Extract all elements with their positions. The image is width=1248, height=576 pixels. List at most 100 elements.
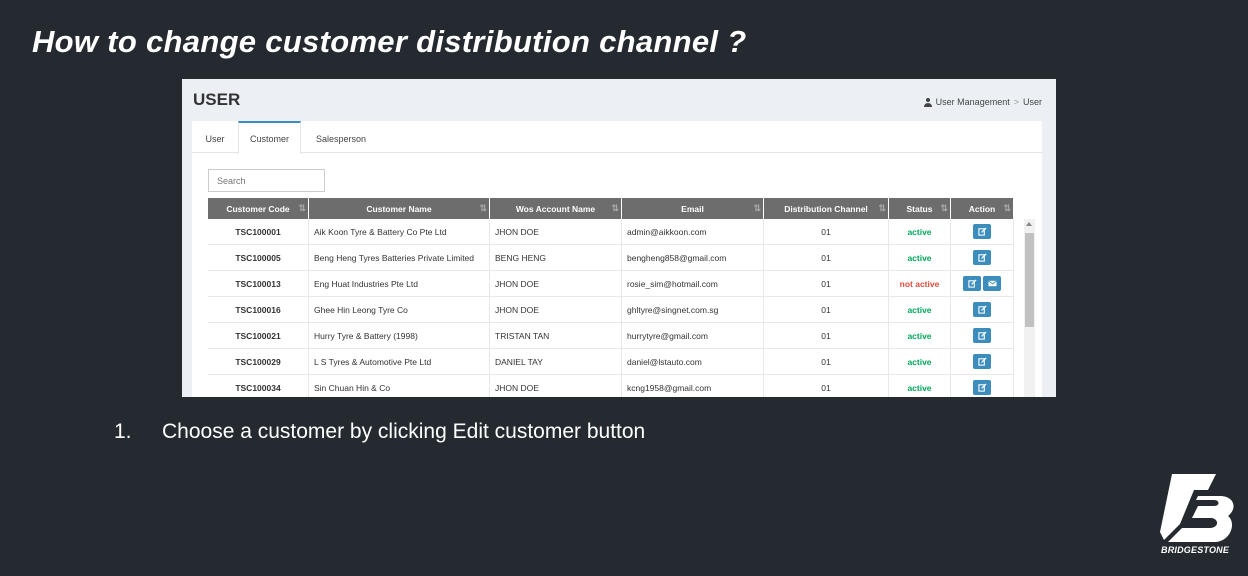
scroll-up-arrow-icon[interactable] xyxy=(1026,222,1032,226)
edit-customer-button[interactable] xyxy=(973,224,991,239)
status-label: active xyxy=(907,356,932,367)
email-cell: daniel@lstauto.com xyxy=(622,349,764,374)
distribution-channel-cell-text: 01 xyxy=(821,330,831,341)
distribution-channel-cell-text: 01 xyxy=(821,278,831,289)
table-row: TSC100001 Aik Koon Tyre & Battery Co Pte … xyxy=(208,219,1014,245)
status-cell: not active xyxy=(889,271,951,296)
customer-name-cell-text: Hurry Tyre & Battery (1998) xyxy=(314,330,418,341)
edit-icon xyxy=(977,357,987,366)
edit-customer-button[interactable] xyxy=(973,302,991,317)
distribution-channel-cell-text: 01 xyxy=(821,304,831,315)
wos-account-cell-text: JHON DOE xyxy=(495,226,539,237)
email-cell-text: ghltyre@singnet.com.sg xyxy=(627,304,719,315)
edit-customer-button[interactable] xyxy=(963,276,981,291)
status-label: active xyxy=(907,382,932,393)
edit-icon xyxy=(977,253,987,262)
status-label: active xyxy=(907,226,932,237)
customer-code-cell: TSC100034 xyxy=(208,375,309,397)
column-label: Status xyxy=(906,203,933,214)
table-row: TSC100029 L S Tyres & Automotive Pte Ltd D… xyxy=(208,349,1014,375)
send-email-button[interactable] xyxy=(983,276,1001,291)
step-number: 1. xyxy=(114,420,132,443)
table-row: TSC100016 Ghee Hin Leong Tyre Co JHON DOE g… xyxy=(208,297,1014,323)
email-cell: bengheng858@gmail.com xyxy=(622,245,764,270)
edit-customer-button[interactable] xyxy=(973,328,991,343)
wos-account-cell: TRISTAN TAN xyxy=(490,323,622,348)
breadcrumb-item-user: User xyxy=(1022,97,1042,107)
customer-code-cell-text: TSC100034 xyxy=(235,382,281,393)
table-body: TSC100001 Aik Koon Tyre & Battery Co Pte … xyxy=(208,219,1014,397)
customer-code-cell-text: TSC100016 xyxy=(235,304,281,315)
wos-account-cell-text: BENG HENG xyxy=(495,252,547,263)
email-cell: hurrytyre@gmail.com xyxy=(622,323,764,348)
distribution-channel-cell-text: 01 xyxy=(821,226,831,237)
distribution-channel-cell: 01 xyxy=(764,323,889,348)
tab-user[interactable]: User xyxy=(192,121,238,153)
customer-name-cell: Hurry Tyre & Battery (1998) xyxy=(309,323,490,348)
customer-code-cell-text: TSC100001 xyxy=(235,226,281,237)
breadcrumb: User Management > User xyxy=(923,97,1042,107)
column-header-wos-account-name[interactable]: Wos Account Name ⇅ xyxy=(490,198,622,219)
search-input[interactable] xyxy=(208,169,325,192)
tab-salesperson[interactable]: Salesperson xyxy=(301,121,381,153)
action-cell xyxy=(951,297,1014,322)
action-cell xyxy=(951,323,1014,348)
edit-customer-button[interactable] xyxy=(973,354,991,369)
sort-icon: ⇅ xyxy=(611,203,618,213)
customer-code-cell: TSC100013 xyxy=(208,271,309,296)
column-header-action[interactable]: Action ⇅ xyxy=(951,198,1014,219)
customer-code-cell: TSC100016 xyxy=(208,297,309,322)
distribution-channel-cell: 01 xyxy=(764,271,889,296)
customer-name-cell: Sin Chuan Hin & Co xyxy=(309,375,490,397)
customer-name-cell: Ghee Hin Leong Tyre Co xyxy=(309,297,490,322)
column-header-email[interactable]: Email ⇅ xyxy=(622,198,764,219)
status-cell: active xyxy=(889,323,951,348)
distribution-channel-cell: 01 xyxy=(764,349,889,374)
breadcrumb-item-user-management[interactable]: User Management xyxy=(936,97,1010,107)
sort-icon: ⇅ xyxy=(479,203,486,213)
column-label: Email xyxy=(681,203,704,214)
action-cell xyxy=(951,375,1014,397)
email-cell-text: admin@aikkoon.com xyxy=(627,226,707,237)
distribution-channel-cell-text: 01 xyxy=(821,356,831,367)
brand-wordmark: BRIDGESTONE xyxy=(1161,545,1230,555)
table-scrollbar[interactable] xyxy=(1024,219,1035,397)
envelope-icon xyxy=(987,280,997,287)
column-header-status[interactable]: Status ⇅ xyxy=(889,198,951,219)
scrollbar-thumb[interactable] xyxy=(1025,233,1034,327)
customer-name-cell: L S Tyres & Automotive Pte Ltd xyxy=(309,349,490,374)
column-header-customer-name[interactable]: Customer Name ⇅ xyxy=(309,198,490,219)
status-cell: active xyxy=(889,349,951,374)
wos-account-cell-text: JHON DOE xyxy=(495,382,539,393)
customer-name-cell: Eng Huat Industries Pte Ltd xyxy=(309,271,490,296)
email-cell-text: hurrytyre@gmail.com xyxy=(627,330,708,341)
tab-customer[interactable]: Customer xyxy=(238,121,301,154)
wos-account-cell: JHON DOE xyxy=(490,375,622,397)
customer-name-cell: Beng Heng Tyres Batteries Private Limite… xyxy=(309,245,490,270)
app-screenshot: USER User Management > User User Custome… xyxy=(182,79,1056,397)
distribution-channel-cell: 01 xyxy=(764,219,889,244)
email-cell-text: daniel@lstauto.com xyxy=(627,356,702,367)
wos-account-cell: DANIEL TAY xyxy=(490,349,622,374)
content-header: USER User Management > User xyxy=(182,79,1056,121)
column-header-customer-code[interactable]: Customer Code ⇅ xyxy=(208,198,309,219)
column-label: Customer Name xyxy=(366,203,432,214)
customer-name-cell-text: Eng Huat Industries Pte Ltd xyxy=(314,278,418,289)
status-label: active xyxy=(907,304,932,315)
slide-title: How to change customer distribution chan… xyxy=(32,24,747,59)
status-label: active xyxy=(907,330,932,341)
bridgestone-logo-icon xyxy=(1160,474,1234,542)
column-label: Wos Account Name xyxy=(515,203,596,214)
sort-icon: ⇅ xyxy=(878,203,885,213)
email-cell: rosie_sim@hotmail.com xyxy=(622,271,764,296)
column-label: Customer Code xyxy=(226,203,290,214)
table-row: TSC100021 Hurry Tyre & Battery (1998) TRIS… xyxy=(208,323,1014,349)
column-header-distribution-channel[interactable]: Distribution Channel ⇅ xyxy=(764,198,889,219)
customer-name-cell-text: L S Tyres & Automotive Pte Ltd xyxy=(314,356,432,367)
step-text: Choose a customer by clicking Edit custo… xyxy=(162,420,646,443)
breadcrumb-separator: > xyxy=(1013,97,1019,107)
wos-account-cell: JHON DOE xyxy=(490,219,622,244)
edit-customer-button[interactable] xyxy=(973,250,991,265)
edit-customer-button[interactable] xyxy=(973,380,991,395)
table-header: Customer Code ⇅ Customer Name ⇅ Wos Accoun… xyxy=(208,198,1014,219)
